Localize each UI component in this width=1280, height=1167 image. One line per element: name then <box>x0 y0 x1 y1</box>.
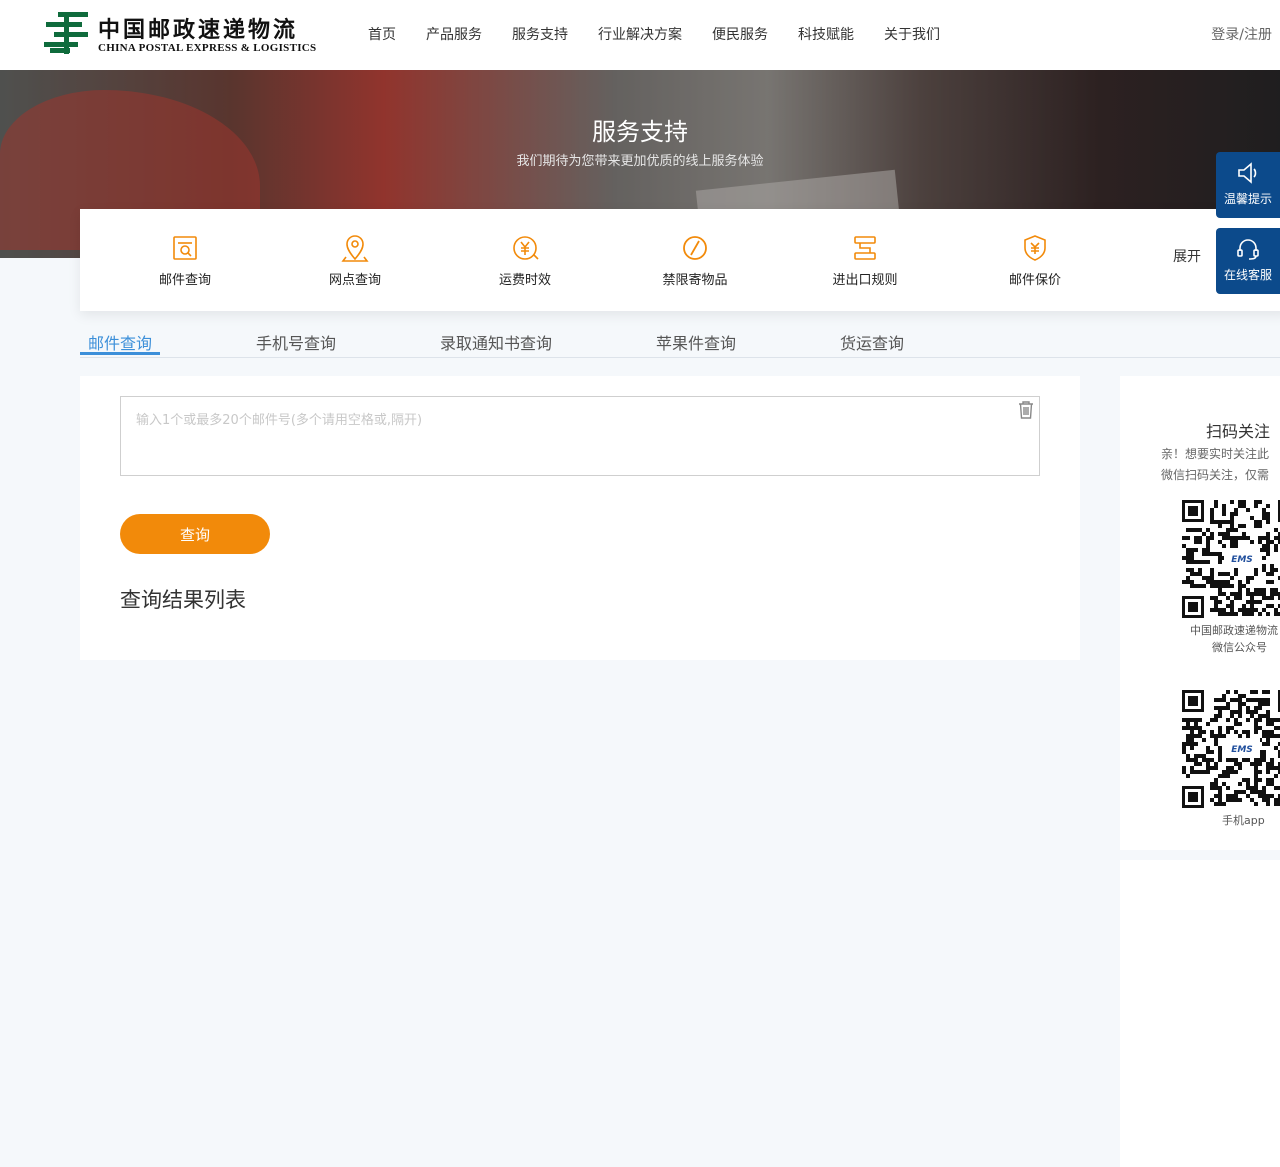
qr-caption-app: 手机app <box>1222 814 1265 827</box>
mail-search-icon <box>173 236 197 260</box>
qr-caption-wechat: 中国邮政速递物流 微信公众号 <box>1190 622 1278 656</box>
ems-qr-logo: EMS <box>1231 555 1253 565</box>
logo-text-en: CHINA POSTAL EXPRESS & LOGISTICS <box>98 42 317 54</box>
tips-button[interactable]: 温馨提示 <box>1216 152 1280 218</box>
nav-convenience[interactable]: 便民服务 <box>712 24 768 44</box>
wechat-qr-code: EMS <box>1182 500 1280 618</box>
mail-number-input[interactable] <box>120 396 1040 476</box>
china-post-logo-icon <box>44 12 88 54</box>
prohibited-icon <box>683 236 707 260</box>
tab-label: 货运查询 <box>840 334 905 353</box>
app-qr-code: EMS <box>1182 690 1280 808</box>
rules-icon <box>854 236 876 260</box>
service-label: 禁限寄物品 <box>662 273 728 288</box>
tab-label: 苹果件查询 <box>656 334 737 353</box>
ems-qr-logo: EMS <box>1231 745 1253 755</box>
shield-yuan-icon <box>1024 235 1046 261</box>
qr-caption-line: 微信公众号 <box>1212 641 1267 654</box>
qr-caption-line: 中国邮政速递物流 <box>1190 624 1278 637</box>
service-outlet-query[interactable]: 网点查询 <box>295 233 415 288</box>
logo-text-cn: 中国邮政速递物流 <box>98 17 299 43</box>
tab-cargo-query[interactable]: 货运查询 <box>840 330 904 358</box>
service-mail-query[interactable]: 邮件查询 <box>125 233 245 288</box>
service-label: 邮件查询 <box>158 273 211 288</box>
tab-label: 手机号查询 <box>256 334 337 353</box>
nav-support[interactable]: 服务支持 <box>512 24 568 44</box>
online-service-label: 在线客服 <box>1223 268 1272 282</box>
service-quick-links: 邮件查询 网点查询 运费时效 禁限寄物品 进出口规则 邮件保价 展开 <box>80 209 1280 311</box>
tab-apple-query[interactable]: 苹果件查询 <box>656 330 736 358</box>
expand-services-button[interactable]: 展开 <box>1173 246 1201 266</box>
banner-title: 服务支持 <box>592 118 688 146</box>
headset-icon <box>1237 239 1259 260</box>
query-tabs: 邮件查询 手机号查询 录取通知书查询 苹果件查询 货运查询 <box>80 326 1280 358</box>
service-import-export-rules[interactable]: 进出口规则 <box>805 233 925 288</box>
nav-home[interactable]: 首页 <box>368 24 396 44</box>
service-prohibited-items[interactable]: 禁限寄物品 <box>635 233 755 288</box>
china-post-logo[interactable]: 中国邮政速递物流 CHINA POSTAL EXPRESS & LOGISTIC… <box>44 10 316 58</box>
service-insurance[interactable]: 邮件保价 <box>975 233 1095 288</box>
nav-tech[interactable]: 科技赋能 <box>798 24 854 44</box>
mail-query-panel: 查询 查询结果列表 <box>80 376 1080 660</box>
nav-products[interactable]: 产品服务 <box>426 24 482 44</box>
follow-desc-line: 微信扫码关注，仅需 <box>1161 468 1270 482</box>
query-button[interactable]: 查询 <box>120 514 270 554</box>
trash-icon[interactable] <box>1017 400 1035 420</box>
tab-label: 录取通知书查询 <box>440 334 553 353</box>
nav-solutions[interactable]: 行业解决方案 <box>598 24 682 44</box>
follow-desc-line: 亲！想要实时关注此 <box>1161 447 1270 461</box>
tab-phone-query[interactable]: 手机号查询 <box>256 330 336 358</box>
service-label: 邮件保价 <box>1008 273 1061 288</box>
nav-about[interactable]: 关于我们 <box>884 24 940 44</box>
tips-label: 温馨提示 <box>1223 192 1272 206</box>
follow-title: 扫码关注 <box>1206 422 1271 441</box>
banner-subtitle: 我们期待为您带来更加优质的线上服务体验 <box>516 154 764 169</box>
tab-admission-letter-query[interactable]: 录取通知书查询 <box>440 330 552 358</box>
location-pin-icon <box>341 235 369 262</box>
result-list-title: 查询结果列表 <box>120 588 246 612</box>
sidebar-lower-area <box>1120 860 1280 1167</box>
follow-us-panel: 扫码关注 亲！想要实时关注此 微信扫码关注，仅需 EMS 中国邮政速递物流 微信… <box>1120 376 1280 850</box>
service-label: 网点查询 <box>328 273 381 288</box>
service-label: 进出口规则 <box>832 273 898 288</box>
speaker-icon <box>1238 162 1257 184</box>
main-nav: 首页 产品服务 服务支持 行业解决方案 便民服务 科技赋能 关于我们 <box>368 24 970 44</box>
yuan-clock-icon <box>513 236 539 260</box>
follow-description: 亲！想要实时关注此 微信扫码关注，仅需 <box>1161 444 1269 486</box>
online-service-button[interactable]: 在线客服 <box>1216 228 1280 294</box>
login-register-link[interactable]: 登录/注册 <box>1211 24 1272 44</box>
tab-label: 邮件查询 <box>88 334 153 353</box>
active-tab-indicator <box>80 352 160 355</box>
service-freight-time[interactable]: 运费时效 <box>465 233 585 288</box>
top-header: 中国邮政速递物流 CHINA POSTAL EXPRESS & LOGISTIC… <box>0 0 1280 70</box>
service-label: 运费时效 <box>498 273 551 288</box>
